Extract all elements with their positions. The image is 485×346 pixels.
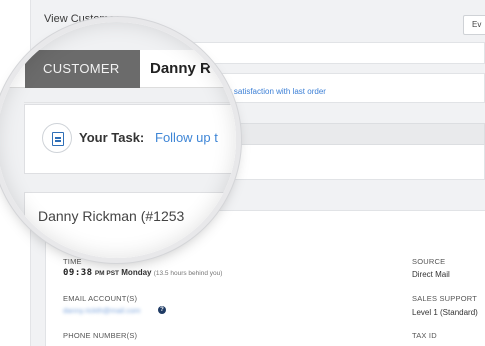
- task-link-text[interactable]: r satisfaction with last order: [229, 87, 326, 96]
- local-time: 09:38 PM PST Monday (13.5 hours behind y…: [63, 268, 222, 278]
- time-label: TIME: [63, 257, 82, 266]
- phone-label: PHONE NUMBER(S): [63, 331, 138, 340]
- tax-id-label: TAX ID: [412, 331, 437, 340]
- time-suffix: PM PST: [94, 270, 120, 277]
- sales-support-value: Level 1 (Standard): [412, 308, 478, 317]
- time-day: Monday: [121, 268, 152, 277]
- lens-glass: [0, 22, 236, 258]
- email-label: EMAIL ACCOUNT(S): [63, 294, 138, 303]
- email-link[interactable]: danny.rickth@mail.com: [63, 306, 141, 315]
- help-icon[interactable]: ?: [158, 306, 166, 314]
- magnifier-lens: CUSTOMER Danny R Your Task: Follow up t …: [0, 22, 236, 258]
- task-section-header: [200, 123, 485, 145]
- source-value: Direct Mail: [412, 270, 450, 279]
- sales-support-label: SALES SUPPORT: [412, 294, 477, 303]
- source-label: SOURCE: [412, 257, 446, 266]
- task-section-body: [200, 145, 485, 180]
- edit-button[interactable]: Ev: [463, 15, 485, 35]
- time-note: (13.5 hours behind you): [153, 270, 223, 277]
- time-value: 09:38: [63, 268, 93, 278]
